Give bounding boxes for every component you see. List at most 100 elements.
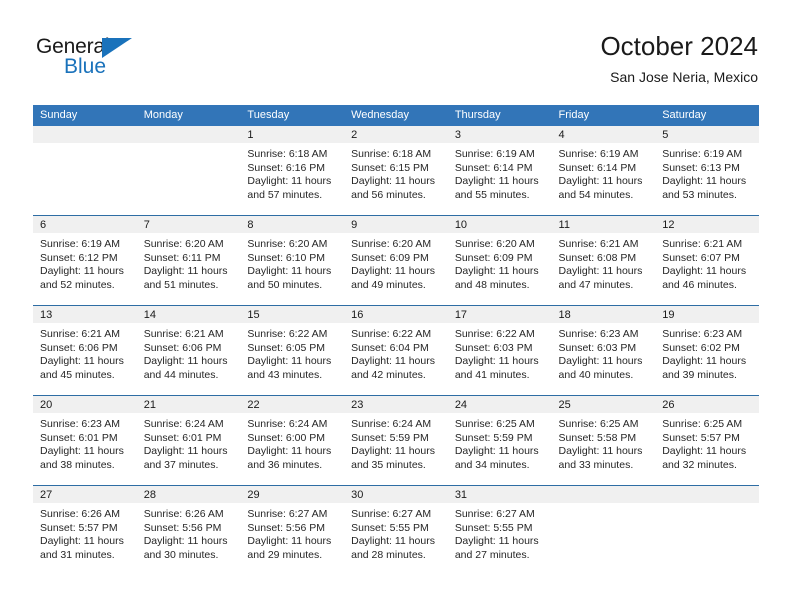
daylight-text: Daylight: 11 hours and 53 minutes. bbox=[662, 175, 747, 201]
day-number: 30 bbox=[344, 486, 448, 503]
sunrise-text: Sunrise: 6:27 AM bbox=[454, 508, 535, 520]
daylight-text: Daylight: 11 hours and 32 minutes. bbox=[662, 445, 747, 471]
day-number: 22 bbox=[240, 396, 345, 413]
calendar-day-cell[interactable]: 3 Sunrise: 6:19 AM Sunset: 6:14 PM Daylight… bbox=[447, 126, 552, 216]
day-details: Sunrise: 6:27 AM Sunset: 5:56 PM Daylight:… bbox=[240, 503, 344, 562]
calendar-day-cell[interactable]: 5 Sunrise: 6:19 AM Sunset: 6:13 PM Daylight… bbox=[655, 126, 759, 216]
calendar-day-cell[interactable]: 4 Sunrise: 6:19 AM Sunset: 6:14 PM Daylight… bbox=[551, 126, 656, 216]
daylight-text: Daylight: 11 hours and 44 minutes. bbox=[143, 355, 228, 381]
sunrise-text: Sunrise: 6:21 AM bbox=[558, 238, 639, 250]
sunrise-text: Sunrise: 6:25 AM bbox=[454, 418, 535, 430]
calendar-day-cell[interactable]: 26 Sunrise: 6:25 AM Sunset: 5:57 PM Dayligh… bbox=[655, 395, 759, 486]
calendar-day-cell[interactable]: 22 Sunrise: 6:24 AM Sunset: 6:00 PM Dayligh… bbox=[240, 395, 345, 486]
sunrise-text: Sunrise: 6:19 AM bbox=[454, 148, 535, 160]
calendar-day-cell[interactable]: 25 Sunrise: 6:25 AM Sunset: 5:58 PM Dayligh… bbox=[551, 395, 656, 486]
calendar-day-cell[interactable]: 8 Sunrise: 6:20 AM Sunset: 6:10 PM Daylight… bbox=[240, 215, 345, 306]
calendar-day-cell[interactable]: 19 Sunrise: 6:23 AM Sunset: 6:02 PM Dayligh… bbox=[655, 305, 759, 396]
day-number: 12 bbox=[655, 216, 759, 233]
calendar-day-cell[interactable]: 21 Sunrise: 6:24 AM Sunset: 6:01 PM Dayligh… bbox=[136, 395, 241, 486]
calendar-day-cell[interactable]: 20 Sunrise: 6:23 AM Sunset: 6:01 PM Dayligh… bbox=[33, 395, 137, 486]
day-number: 3 bbox=[447, 126, 552, 143]
sunset-text: Sunset: 6:13 PM bbox=[662, 161, 740, 174]
daylight-text: Daylight: 11 hours and 37 minutes. bbox=[143, 445, 228, 471]
weekday-header-tuesday: Tuesday bbox=[240, 105, 345, 126]
calendar-day-cell[interactable]: 27 Sunrise: 6:26 AM Sunset: 5:57 PM Dayligh… bbox=[33, 485, 137, 575]
day-number bbox=[33, 126, 137, 143]
daylight-text: Daylight: 11 hours and 29 minutes. bbox=[247, 535, 332, 561]
day-number: 24 bbox=[447, 396, 552, 413]
sunrise-text: Sunrise: 6:26 AM bbox=[143, 508, 224, 520]
sunrise-text: Sunrise: 6:20 AM bbox=[143, 238, 224, 250]
day-number: 28 bbox=[136, 486, 241, 503]
day-number bbox=[551, 486, 656, 503]
daylight-text: Daylight: 11 hours and 42 minutes. bbox=[351, 355, 435, 381]
daylight-text: Daylight: 11 hours and 54 minutes. bbox=[558, 175, 643, 201]
calendar-day-cell[interactable]: 9 Sunrise: 6:20 AM Sunset: 6:09 PM Daylight… bbox=[344, 215, 448, 306]
daylight-text: Daylight: 11 hours and 50 minutes. bbox=[247, 265, 332, 291]
daylight-text: Daylight: 11 hours and 55 minutes. bbox=[454, 175, 539, 201]
sunset-text: Sunset: 6:05 PM bbox=[247, 341, 326, 354]
sunset-text: Sunset: 5:57 PM bbox=[662, 431, 740, 444]
daylight-text: Daylight: 11 hours and 48 minutes. bbox=[454, 265, 539, 291]
sunset-text: Sunset: 6:02 PM bbox=[662, 341, 740, 354]
daylight-text: Daylight: 11 hours and 28 minutes. bbox=[351, 535, 435, 561]
day-number: 7 bbox=[136, 216, 241, 233]
day-details: Sunrise: 6:22 AM Sunset: 6:03 PM Daylight:… bbox=[448, 323, 552, 382]
sunset-text: Sunset: 5:58 PM bbox=[558, 431, 637, 444]
day-details: Sunrise: 6:25 AM Sunset: 5:59 PM Daylight:… bbox=[448, 413, 552, 472]
sunset-text: Sunset: 6:10 PM bbox=[247, 251, 326, 264]
calendar-day-cell[interactable]: 31 Sunrise: 6:27 AM Sunset: 5:55 PM Dayligh… bbox=[447, 485, 552, 575]
sunset-text: Sunset: 5:55 PM bbox=[454, 521, 533, 534]
day-number: 25 bbox=[551, 396, 656, 413]
sunset-text: Sunset: 5:55 PM bbox=[351, 521, 429, 534]
calendar-week-row: 6 Sunrise: 6:19 AM Sunset: 6:12 PM Daylight… bbox=[33, 215, 759, 306]
calendar-day-cell[interactable]: 16 Sunrise: 6:22 AM Sunset: 6:04 PM Dayligh… bbox=[344, 305, 448, 396]
sunrise-text: Sunrise: 6:21 AM bbox=[143, 328, 224, 340]
calendar-day-cell[interactable]: 24 Sunrise: 6:25 AM Sunset: 5:59 PM Dayligh… bbox=[447, 395, 552, 486]
calendar-day-cell[interactable]: 29 Sunrise: 6:27 AM Sunset: 5:56 PM Dayligh… bbox=[240, 485, 345, 575]
daylight-text: Daylight: 11 hours and 46 minutes. bbox=[662, 265, 747, 291]
sunrise-text: Sunrise: 6:27 AM bbox=[351, 508, 432, 520]
daylight-text: Daylight: 11 hours and 51 minutes. bbox=[143, 265, 228, 291]
sunset-text: Sunset: 6:14 PM bbox=[558, 161, 637, 174]
sunset-text: Sunset: 6:03 PM bbox=[454, 341, 533, 354]
sunset-text: Sunset: 6:00 PM bbox=[247, 431, 326, 444]
calendar-day-cell[interactable]: 10 Sunrise: 6:20 AM Sunset: 6:09 PM Dayligh… bbox=[447, 215, 552, 306]
calendar-day-cell[interactable]: 11 Sunrise: 6:21 AM Sunset: 6:08 PM Dayligh… bbox=[551, 215, 656, 306]
day-details: Sunrise: 6:23 AM Sunset: 6:03 PM Daylight:… bbox=[552, 323, 656, 382]
calendar-day-cell[interactable]: 13 Sunrise: 6:21 AM Sunset: 6:06 PM Dayligh… bbox=[33, 305, 137, 396]
calendar-day-cell[interactable]: 12 Sunrise: 6:21 AM Sunset: 6:07 PM Dayligh… bbox=[655, 215, 759, 306]
day-details: Sunrise: 6:20 AM Sunset: 6:09 PM Daylight:… bbox=[344, 233, 448, 292]
sunrise-text: Sunrise: 6:24 AM bbox=[351, 418, 432, 430]
sunset-text: Sunset: 6:01 PM bbox=[143, 431, 222, 444]
day-number: 4 bbox=[551, 126, 656, 143]
calendar-day-cell[interactable]: 15 Sunrise: 6:22 AM Sunset: 6:05 PM Dayligh… bbox=[240, 305, 345, 396]
weekday-header-monday: Monday bbox=[136, 105, 241, 126]
sunrise-text: Sunrise: 6:23 AM bbox=[40, 418, 120, 430]
calendar-day-cell[interactable]: 14 Sunrise: 6:21 AM Sunset: 6:06 PM Dayligh… bbox=[136, 305, 241, 396]
sunrise-text: Sunrise: 6:26 AM bbox=[40, 508, 120, 520]
sunrise-text: Sunrise: 6:22 AM bbox=[454, 328, 535, 340]
calendar-day-cell[interactable]: 18 Sunrise: 6:23 AM Sunset: 6:03 PM Dayligh… bbox=[551, 305, 656, 396]
calendar-day-cell[interactable]: 23 Sunrise: 6:24 AM Sunset: 5:59 PM Dayligh… bbox=[344, 395, 448, 486]
calendar-cell-empty bbox=[655, 485, 759, 575]
sunrise-text: Sunrise: 6:20 AM bbox=[454, 238, 535, 250]
sunset-text: Sunset: 6:04 PM bbox=[351, 341, 429, 354]
daylight-text: Daylight: 11 hours and 41 minutes. bbox=[454, 355, 539, 381]
calendar-cell-empty bbox=[551, 485, 656, 575]
calendar-day-cell[interactable]: 2 Sunrise: 6:18 AM Sunset: 6:15 PM Daylight… bbox=[344, 126, 448, 216]
day-number: 29 bbox=[240, 486, 345, 503]
calendar-day-cell[interactable]: 30 Sunrise: 6:27 AM Sunset: 5:55 PM Dayligh… bbox=[344, 485, 448, 575]
calendar-cell-empty bbox=[33, 126, 137, 216]
day-details: Sunrise: 6:23 AM Sunset: 6:01 PM Daylight:… bbox=[33, 413, 137, 472]
general-blue-logo[interactable]: General Blue bbox=[36, 36, 156, 84]
calendar-day-cell[interactable]: 7 Sunrise: 6:20 AM Sunset: 6:11 PM Daylight… bbox=[136, 215, 241, 306]
calendar-day-cell[interactable]: 1 Sunrise: 6:18 AM Sunset: 6:16 PM Daylight… bbox=[240, 126, 345, 216]
calendar-day-cell[interactable]: 28 Sunrise: 6:26 AM Sunset: 5:56 PM Dayligh… bbox=[136, 485, 241, 575]
calendar-day-cell[interactable]: 17 Sunrise: 6:22 AM Sunset: 6:03 PM Dayligh… bbox=[447, 305, 552, 396]
calendar-day-cell[interactable]: 6 Sunrise: 6:19 AM Sunset: 6:12 PM Daylight… bbox=[33, 215, 137, 306]
day-details: Sunrise: 6:24 AM Sunset: 6:00 PM Daylight:… bbox=[240, 413, 344, 472]
day-details: Sunrise: 6:18 AM Sunset: 6:16 PM Daylight:… bbox=[240, 143, 344, 202]
daylight-text: Daylight: 11 hours and 36 minutes. bbox=[247, 445, 332, 471]
sunset-text: Sunset: 6:08 PM bbox=[558, 251, 637, 264]
